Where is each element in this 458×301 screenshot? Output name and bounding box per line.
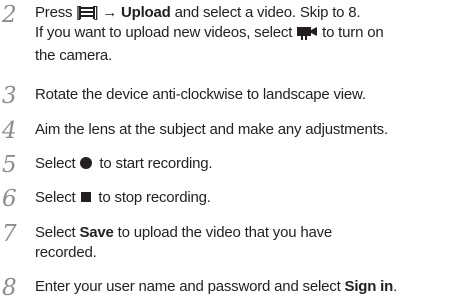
step-text: Rotate the device anti-clockwise to land… [35,86,366,103]
step-text: Select to start recording. [35,155,213,172]
step-text: Press [] → Upload and select a video. Sk… [35,3,458,66]
step-text: Aim the lens at the subject and make any… [35,121,388,138]
step-2-line-3: the camera. [35,47,113,64]
step-number: 4 [2,118,17,144]
step-number: 7 [2,221,17,247]
save-label: Save [79,224,114,241]
step-2-line-1: Press [] → Upload and select a video. Sk… [35,4,361,21]
step-text: Select Save to upload the video that you… [35,223,458,263]
stop-icon [81,192,92,202]
video-camera-icon [297,25,318,46]
step-number: 3 [2,83,17,109]
record-icon [80,157,93,169]
step-number: 8 [2,275,17,301]
step-7-line-1: Select Save to upload the video that you… [35,224,333,241]
step-text: Select to stop recording. [35,189,211,206]
step-text: Enter your user name and password and se… [35,278,398,295]
menu-key-icon [79,6,96,19]
step-2-line-2: If you want to upload new videos, select… [35,23,458,46]
step-number: 6 [2,186,17,212]
upload-label: Upload [120,4,171,21]
step-number: 5 [2,152,17,178]
sign-in-label: Sign in [344,278,394,295]
step-7-line-2: recorded. [35,244,97,261]
step-number: 2 [2,2,17,28]
